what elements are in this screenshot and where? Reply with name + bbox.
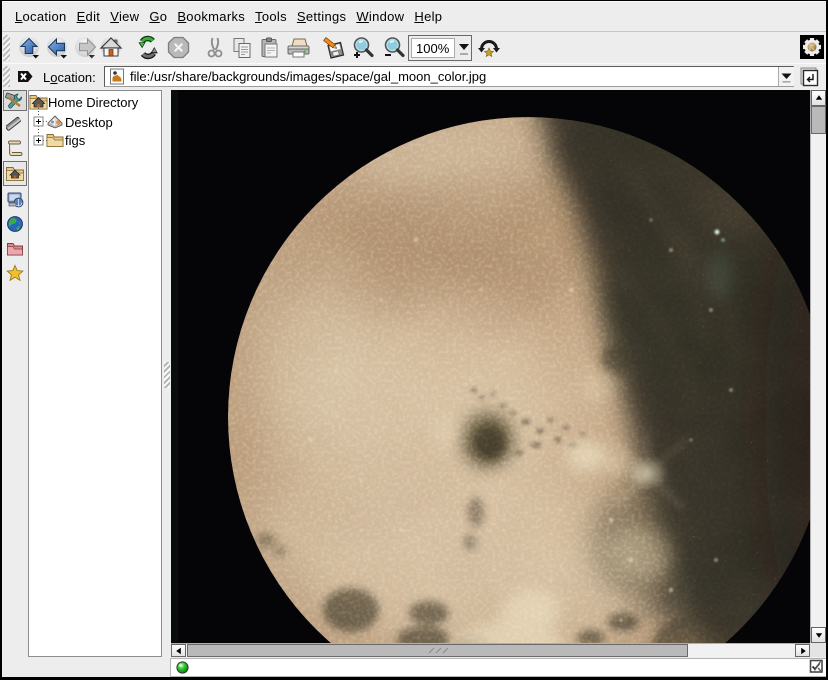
svg-text:K: K: [808, 42, 816, 54]
